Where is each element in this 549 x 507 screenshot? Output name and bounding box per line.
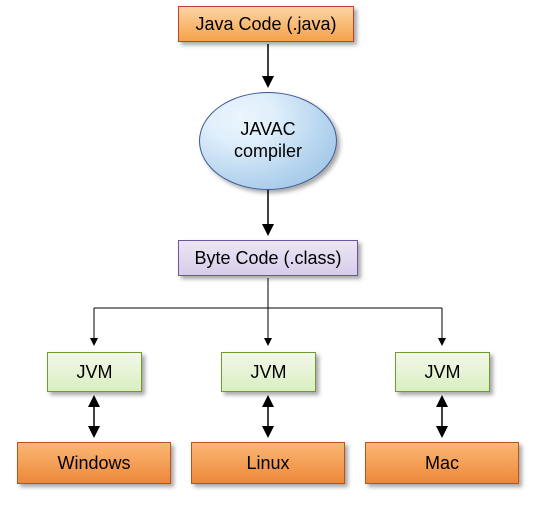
- jvm-box-2: JVM: [221, 352, 316, 392]
- java-code-label: Java Code (.java): [195, 14, 336, 35]
- byte-code-box: Byte Code (.class): [178, 240, 358, 276]
- java-code-box: Java Code (.java): [178, 6, 354, 42]
- jvm-box-3: JVM: [395, 352, 490, 392]
- jvm-box-1: JVM: [47, 352, 142, 392]
- os-label-2: Linux: [246, 453, 289, 474]
- os-box-mac: Mac: [365, 442, 519, 484]
- jvm-label-2: JVM: [251, 362, 287, 383]
- os-box-windows: Windows: [17, 442, 171, 484]
- jvm-label-3: JVM: [425, 362, 461, 383]
- jvm-label-1: JVM: [77, 362, 113, 383]
- byte-code-label: Byte Code (.class): [194, 248, 341, 269]
- compiler-label-2: compiler: [234, 141, 302, 163]
- os-label-3: Mac: [425, 453, 459, 474]
- os-label-1: Windows: [57, 453, 130, 474]
- compiler-label-1: JAVAC: [240, 119, 295, 141]
- compiler-ellipse: JAVAC compiler: [199, 92, 337, 190]
- os-box-linux: Linux: [191, 442, 345, 484]
